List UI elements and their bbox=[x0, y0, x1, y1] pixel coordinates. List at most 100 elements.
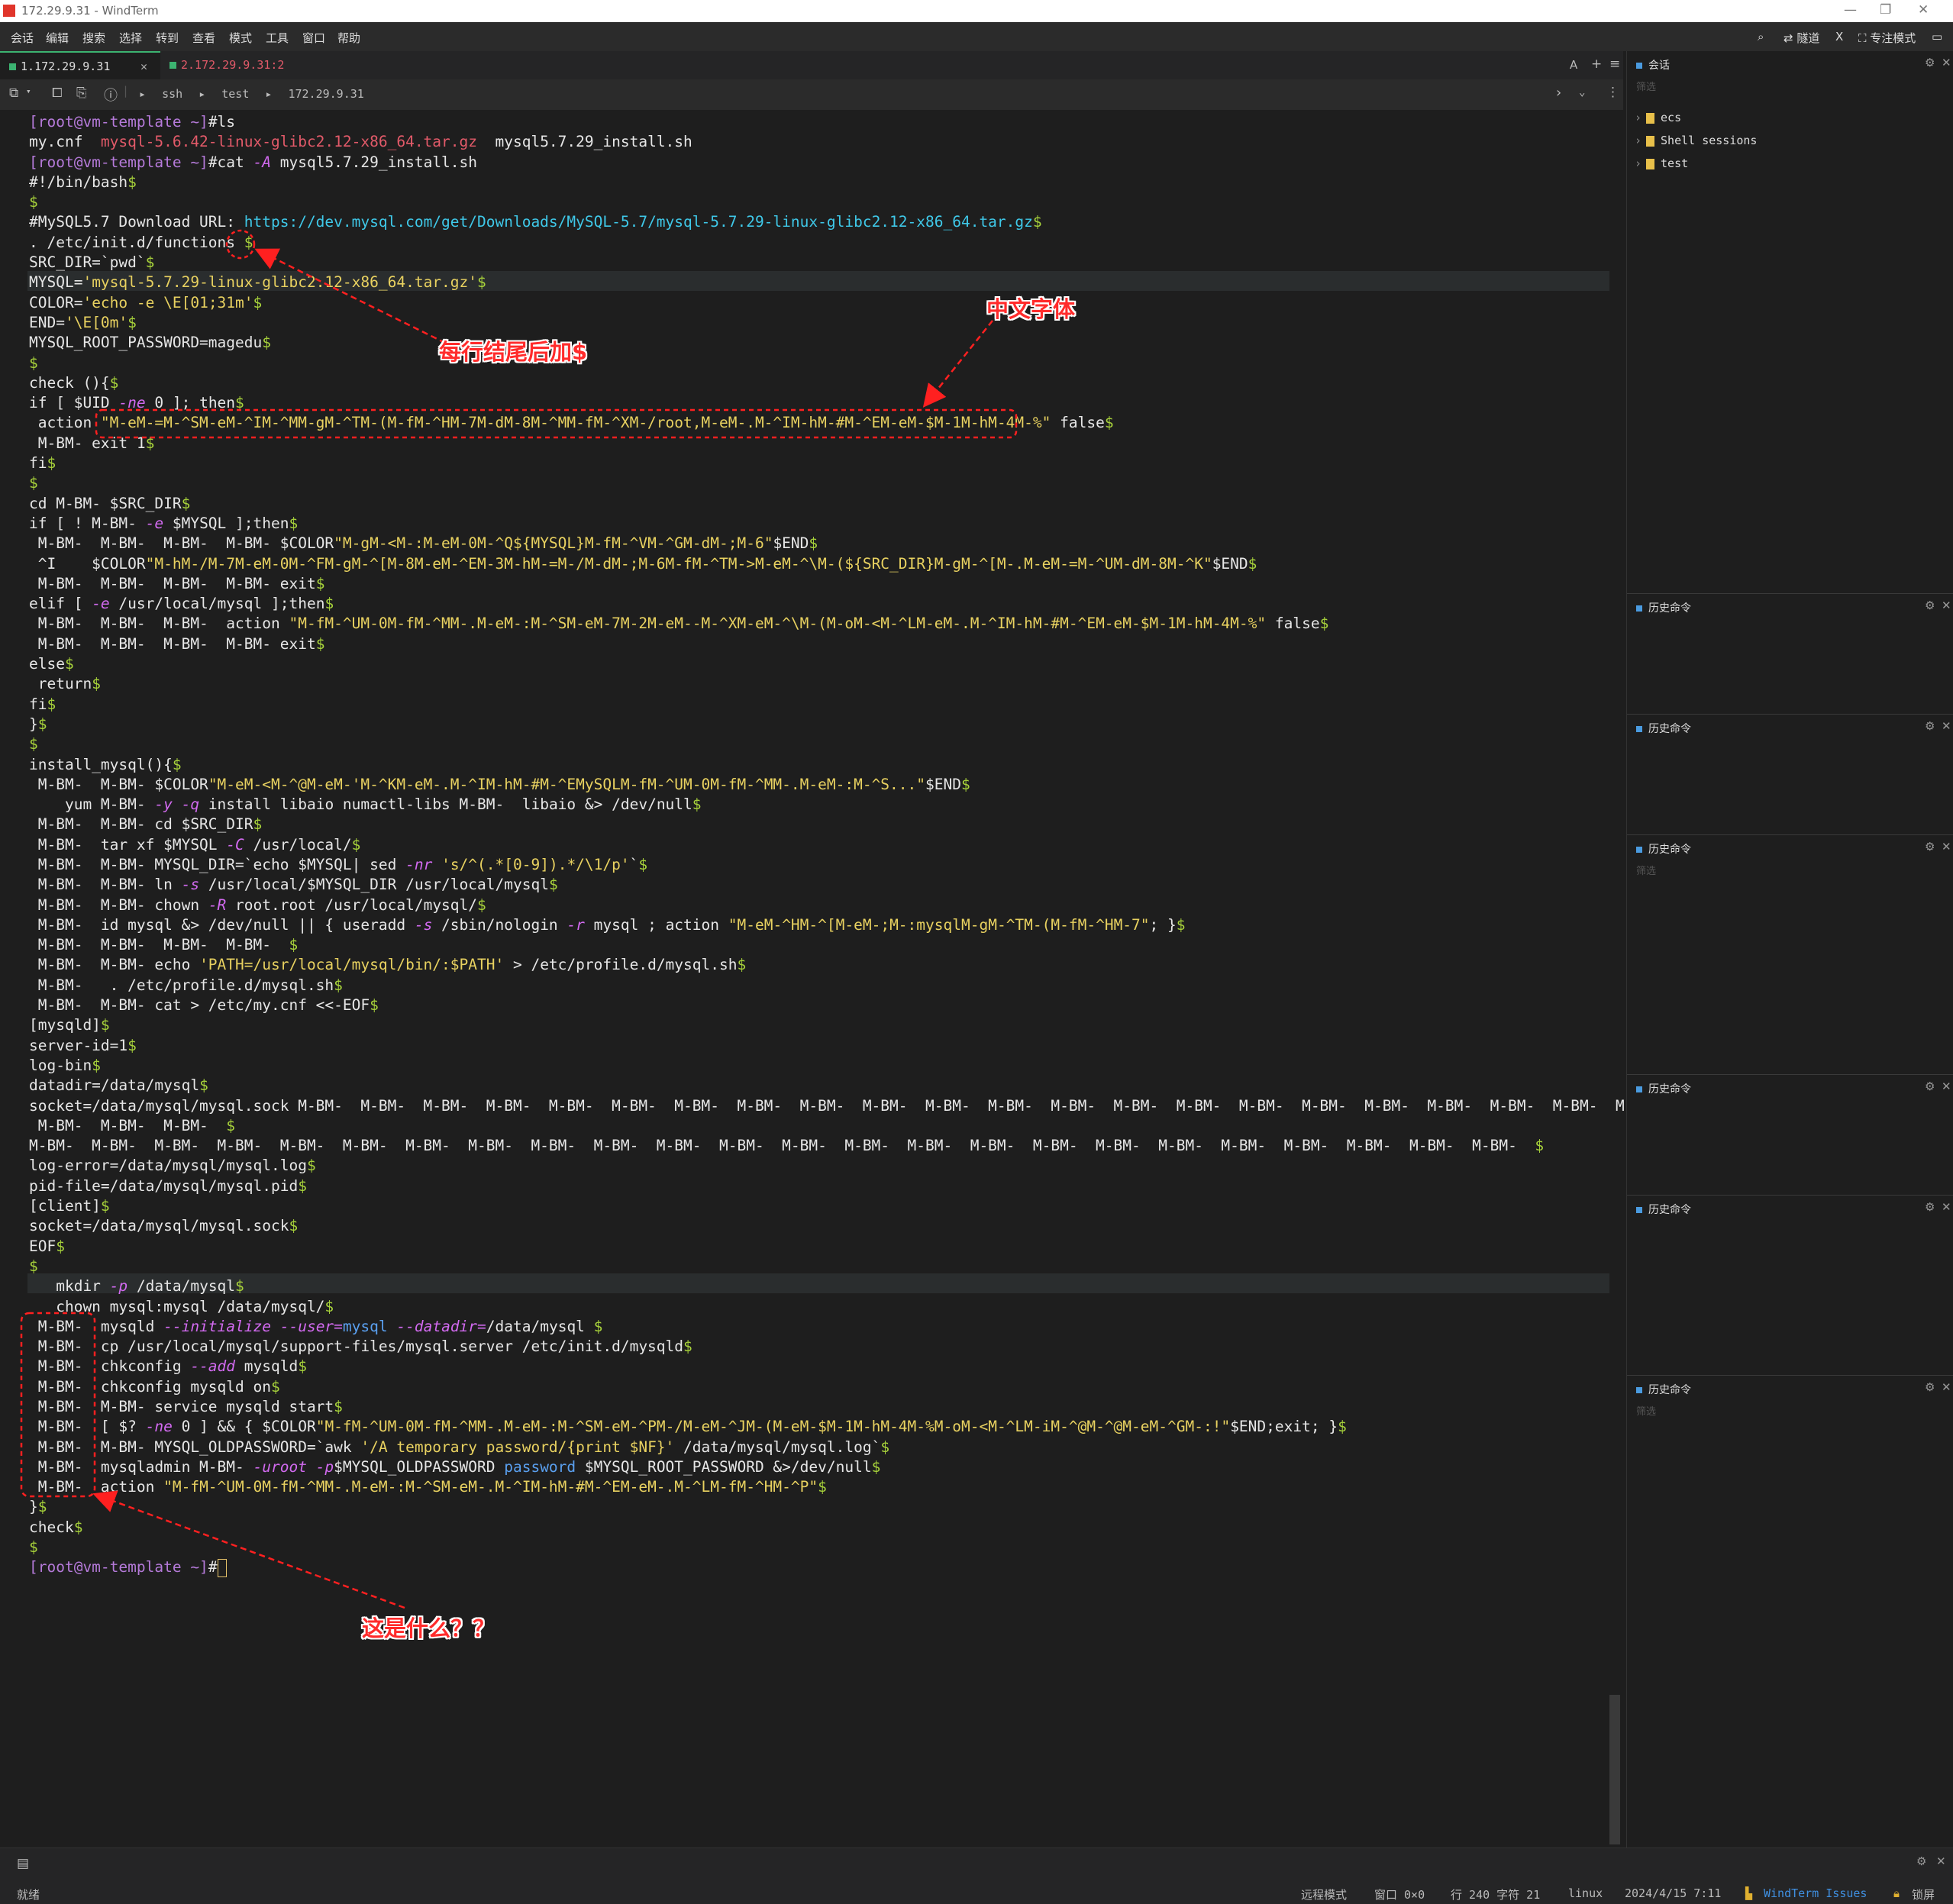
focus-mode-button[interactable]: ⛶ 专注模式 bbox=[1858, 30, 1916, 46]
history-filter-input[interactable]: 筛选 bbox=[1636, 1403, 1656, 1418]
settings-gear-icon[interactable]: ⚙ bbox=[1925, 719, 1935, 733]
session-filter-input[interactable]: 筛选 bbox=[1636, 79, 1656, 93]
menu-help[interactable]: 帮助 bbox=[337, 30, 360, 46]
terminal-segment: -A bbox=[253, 153, 271, 171]
terminal-line: . /etc/init.d/functions $ bbox=[29, 233, 1678, 253]
menu-window[interactable]: 窗口 bbox=[302, 30, 325, 46]
copy-icon[interactable]: ⎘ bbox=[76, 86, 87, 101]
expand-arrow-icon[interactable]: › bbox=[1635, 134, 1641, 147]
toolbar-divider: | bbox=[122, 84, 130, 98]
terminal-segment: $ bbox=[737, 956, 747, 974]
settings-gear-icon[interactable]: ⚙ bbox=[1925, 840, 1935, 854]
breadcrumb-ssh[interactable]: ssh bbox=[162, 87, 182, 101]
pane-close-icon[interactable]: ✕ bbox=[1942, 56, 1951, 69]
terminal-segment: MYSQL= bbox=[29, 273, 83, 292]
terminal-scrollbar[interactable] bbox=[1609, 1695, 1620, 1844]
pane-close-icon[interactable]: ✕ bbox=[1942, 1200, 1951, 1214]
pane-close-icon[interactable]: ✕ bbox=[1942, 599, 1951, 612]
settings-gear-icon[interactable]: ⚙ bbox=[1925, 1079, 1935, 1093]
pane-close-icon[interactable]: ✕ bbox=[1942, 719, 1951, 733]
dropdown-icon[interactable]: ▾ bbox=[26, 86, 31, 96]
new-session-icon[interactable]: ⧉ bbox=[9, 86, 18, 101]
info-icon[interactable]: ⓘ bbox=[104, 85, 118, 105]
settings-gear-icon[interactable]: ⚙ bbox=[1916, 1854, 1926, 1868]
issues-link[interactable]: WindTerm Issues bbox=[1764, 1886, 1867, 1900]
terminal-line: }$ bbox=[29, 715, 1678, 734]
expand-arrow-icon[interactable]: › bbox=[1635, 111, 1641, 124]
pane-close-icon[interactable]: ✕ bbox=[1942, 1079, 1951, 1093]
maximize-button[interactable]: ❐ bbox=[1880, 2, 1891, 18]
menu-view[interactable]: 查看 bbox=[192, 30, 215, 46]
terminal-segment: -y -q bbox=[154, 795, 200, 814]
terminal-segment: M-BM- M-BM- MYSQL_DIR=`echo $MYSQL| sed bbox=[29, 855, 406, 873]
settings-gear-icon[interactable]: ⚙ bbox=[1925, 599, 1935, 612]
expand-arrow-icon[interactable]: › bbox=[1635, 157, 1641, 170]
close-icon[interactable]: ✕ bbox=[1936, 1854, 1946, 1868]
font-size-button[interactable]: A bbox=[1570, 58, 1577, 72]
chevron-right-icon[interactable]: › bbox=[1554, 85, 1563, 101]
pane-close-icon[interactable]: ✕ bbox=[1942, 840, 1951, 854]
terminal-segment: /usr/local/$MYSQL_DIR /usr/local/mysql bbox=[199, 876, 549, 894]
terminal-line: #!/bin/bash$ bbox=[29, 173, 1678, 192]
chevron-down-icon[interactable]: ⌄ bbox=[1579, 86, 1585, 98]
settings-gear-icon[interactable]: ⚙ bbox=[1925, 1200, 1935, 1214]
search-icon[interactable]: ⌕ bbox=[1758, 30, 1764, 44]
terminal-segment: [root@vm-template ~] bbox=[29, 113, 208, 131]
x-button[interactable]: X bbox=[1835, 30, 1843, 44]
tunnel-button[interactable]: ⇄ 隧道 bbox=[1784, 30, 1819, 46]
menu-goto[interactable]: 转到 bbox=[156, 30, 179, 46]
more-icon[interactable]: ⋮ bbox=[1606, 85, 1619, 100]
annotation-chinese-note: 中文字体 bbox=[986, 296, 1076, 322]
terminal-segment: $ bbox=[262, 334, 271, 352]
breadcrumb-test[interactable]: test bbox=[221, 87, 249, 101]
remote-mode-status[interactable]: 远程模式 bbox=[1301, 1886, 1347, 1902]
terminal-segment: $ bbox=[818, 1478, 827, 1496]
history-filter-input[interactable]: 筛选 bbox=[1636, 863, 1656, 877]
menu-select[interactable]: 选择 bbox=[119, 30, 142, 46]
tab-session-2[interactable]: 2.172.29.9.31:2 bbox=[162, 51, 307, 79]
lock-icon[interactable]: 🔒︎ bbox=[1893, 1886, 1900, 1900]
terminal-line: M-BM- mysqladmin M-BM- -uroot -p$MYSQL_O… bbox=[29, 1457, 1678, 1477]
history-pane-6: 历史命令 ⚙ ✕ 筛选 bbox=[1627, 1375, 1953, 1848]
session-pane-title: 会话 bbox=[1648, 60, 1670, 72]
tree-item-ecs[interactable]: › ecs bbox=[1635, 111, 1681, 124]
terminal-segment: $ bbox=[235, 1277, 244, 1296]
pane-close-icon[interactable]: ✕ bbox=[1942, 1380, 1951, 1394]
terminal-cursor bbox=[217, 1558, 227, 1577]
panel-toggle-icon[interactable]: ▤ bbox=[17, 1856, 29, 1871]
terminal-segment: $ bbox=[37, 1498, 47, 1516]
new-tab-button[interactable]: + bbox=[1591, 56, 1602, 72]
tree-item-test[interactable]: › test bbox=[1635, 157, 1688, 170]
minimize-button[interactable]: — bbox=[1844, 2, 1857, 18]
tree-item-shell-sessions[interactable]: › Shell sessions bbox=[1635, 134, 1757, 147]
terminal-segment: $ bbox=[289, 936, 299, 954]
terminal-output[interactable]: [root@vm-template ~]#ls my.cnf mysql-5.6.… bbox=[0, 110, 1678, 1848]
layout-icon[interactable]: ▭ bbox=[1932, 30, 1942, 44]
focus-mode-label: 专注模式 bbox=[1870, 31, 1916, 45]
duplicate-icon[interactable]: ⧠ bbox=[52, 86, 63, 101]
tab-close-icon[interactable]: ✕ bbox=[140, 53, 147, 81]
breadcrumb-host[interactable]: 172.29.9.31 bbox=[288, 87, 363, 101]
tab-menu-button[interactable]: ≡ bbox=[1609, 56, 1620, 72]
menu-tools[interactable]: 工具 bbox=[266, 30, 289, 46]
terminal-line: #MySQL5.7 Download URL: https://dev.mysq… bbox=[29, 212, 1678, 232]
terminal-segment: M-BM- M-BM- MYSQL_OLDPASSWORD=`awk bbox=[29, 1438, 361, 1456]
menu-search[interactable]: 搜索 bbox=[82, 30, 105, 46]
menu-edit[interactable]: 编辑 bbox=[46, 30, 69, 46]
terminal-segment: install libaio numactl-libs M-BM- libaio… bbox=[199, 795, 692, 814]
tab-label: 2.172.29.9.31:2 bbox=[181, 58, 285, 72]
tab-session-1[interactable]: 1.172.29.9.31 ✕ bbox=[0, 51, 160, 81]
terminal-segment: --add bbox=[190, 1357, 236, 1376]
terminal-segment: -s bbox=[181, 876, 200, 894]
pane-header: 历史命令 bbox=[1636, 600, 1691, 615]
terminal-segment: -p bbox=[109, 1277, 128, 1296]
menu-mode[interactable]: 模式 bbox=[229, 30, 252, 46]
lock-screen-button[interactable]: 锁屏 bbox=[1912, 1886, 1935, 1902]
close-window-button[interactable]: ✕ bbox=[1918, 2, 1929, 18]
terminal-segment: $ bbox=[181, 494, 191, 512]
settings-gear-icon[interactable]: ⚙ bbox=[1925, 1380, 1935, 1394]
settings-gear-icon[interactable]: ⚙ bbox=[1925, 56, 1935, 69]
terminal-line: [mysqld]$ bbox=[29, 1015, 1678, 1035]
menu-session[interactable]: 会话 bbox=[11, 30, 34, 46]
terminal-segment: $ bbox=[128, 173, 137, 191]
